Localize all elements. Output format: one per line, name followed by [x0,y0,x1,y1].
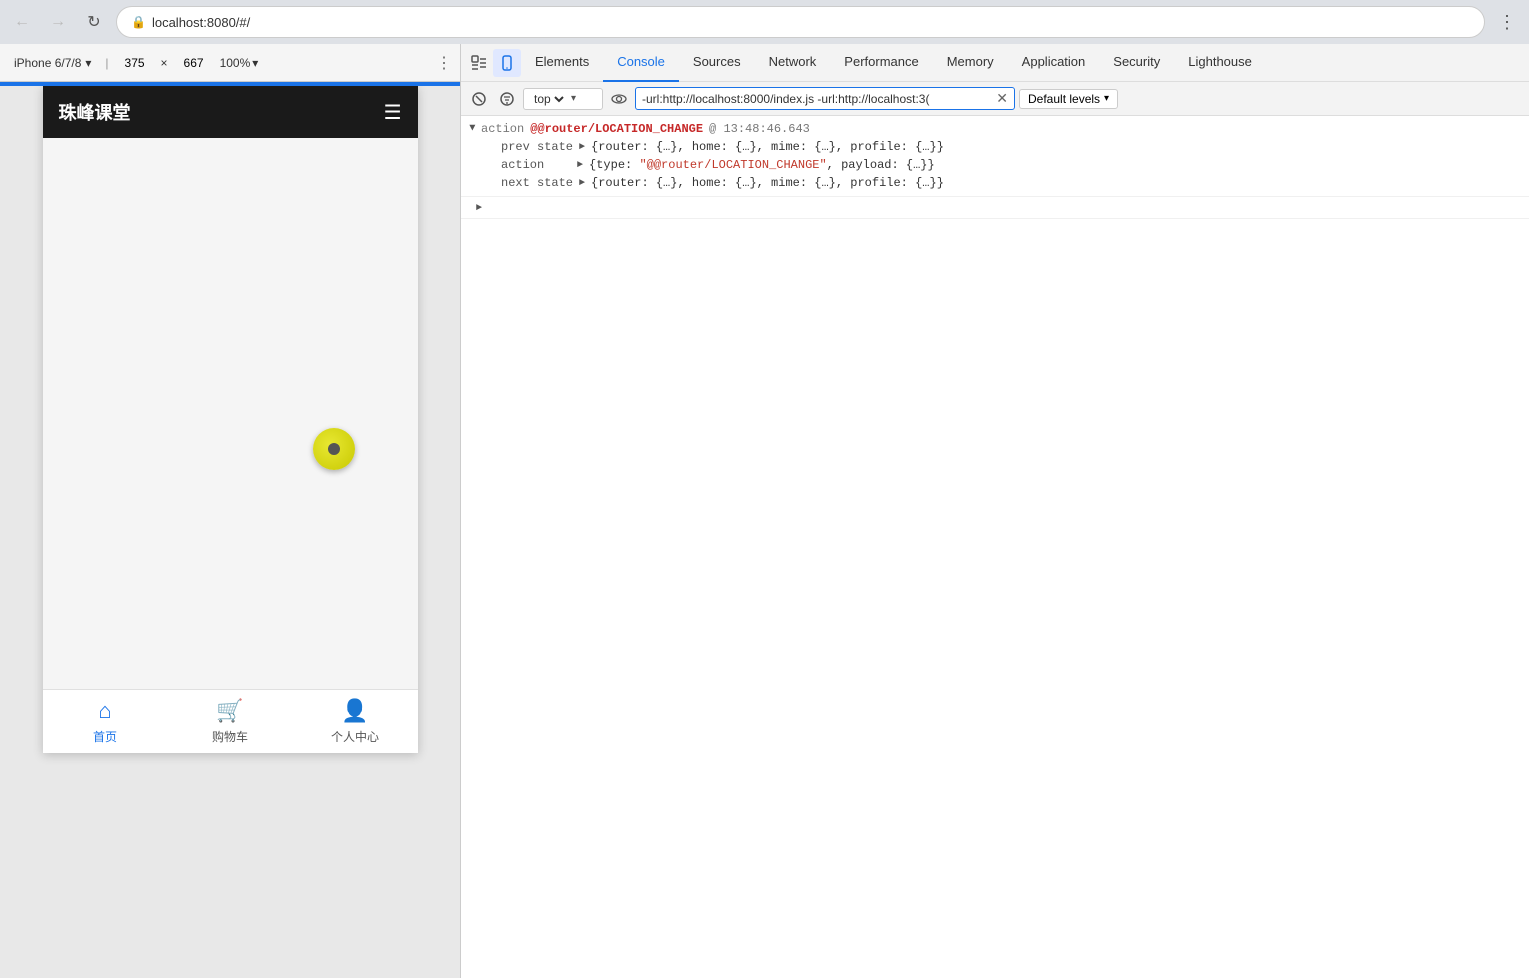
log-gutter: ► [461,120,481,133]
prev-state-arrow-icon[interactable]: ► [579,142,585,153]
action-sub-value: {type: "@@router/LOCATION_CHANGE", paylo… [589,158,935,172]
phone-frame: 珠峰课堂 ☰ ⌂ 首页 🛒 购物车 [43,86,418,753]
mobile-preview: iPhone 6/7/8 ▾ | × 100% ▾ ⋮ 珠峰课堂 ☰ [0,44,460,978]
tab-lighthouse[interactable]: Lighthouse [1174,44,1266,82]
default-levels-label: Default levels [1028,92,1100,106]
console-content: ► action @@router/LOCATION_CHANGE @ 13:4… [461,116,1529,978]
footer-tab-home[interactable]: ⌂ 首页 [43,690,168,753]
tab-performance[interactable]: Performance [830,44,932,82]
filter-input-container[interactable]: ✕ [635,87,1015,110]
filter-close-button[interactable]: ✕ [996,90,1008,107]
default-levels-arrow-icon: ▾ [1104,93,1109,104]
next-state-arrow-icon[interactable]: ► [579,178,585,189]
footer-tab-profile[interactable]: 👤 个人中心 [293,690,418,753]
tab-memory[interactable]: Memory [933,44,1008,82]
home-label: 首页 [93,728,117,745]
loading-spinner [313,428,355,470]
url-text: localhost:8080/#/ [152,15,250,30]
action-sub-label: action [501,158,571,172]
log-entry-location-change: ► action @@router/LOCATION_CHANGE @ 13:4… [461,116,1529,197]
footer-tab-cart[interactable]: 🛒 购物车 [168,690,293,753]
profile-label: 个人中心 [331,728,379,745]
log-gutter-2: ► [469,201,489,214]
device-toolbar: iPhone 6/7/8 ▾ | × 100% ▾ ⋮ [0,44,460,82]
cart-label: 购物车 [212,728,248,745]
zoom-arrow-icon: ▾ [252,56,258,70]
prev-state-label: prev state [501,140,573,154]
browser-chrome: ← → ↻ 🔒 localhost:8080/#/ ⋮ [0,0,1529,44]
chevron-right-icon[interactable]: ► [476,203,482,214]
height-input[interactable] [176,56,212,70]
main-area: iPhone 6/7/8 ▾ | × 100% ▾ ⋮ 珠峰课堂 ☰ [0,44,1529,978]
context-select[interactable]: top [530,91,567,107]
tab-application[interactable]: Application [1008,44,1100,82]
zoom-value: 100% [220,56,251,70]
next-state-value: {router: {…}, home: {…}, mime: {…}, prof… [591,176,944,190]
back-button[interactable]: ← [8,8,36,36]
security-icon: 🔒 [131,15,146,29]
tab-console[interactable]: Console [603,44,679,82]
toolbar-more-button[interactable]: ⋮ [436,53,452,73]
action-label: action [481,122,524,136]
profile-icon: 👤 [341,698,368,724]
forward-button[interactable]: → [44,8,72,36]
next-state-label: next state [501,176,573,190]
log-action-sub: action ► {type: "@@router/LOCATION_CHANG… [481,156,1521,174]
dim-separator: | [105,56,108,70]
address-bar[interactable]: 🔒 localhost:8080/#/ [116,6,1485,38]
tab-elements[interactable]: Elements [521,44,603,82]
tab-security[interactable]: Security [1099,44,1174,82]
devtools-tabs: Elements Console Sources Network Perform… [461,44,1529,82]
width-input[interactable] [117,56,153,70]
expand-arrow-icon[interactable]: ► [465,124,476,130]
context-filter[interactable]: top ▾ [523,88,603,110]
devtools-panel: Elements Console Sources Network Perform… [460,44,1529,978]
filter-input[interactable] [642,92,992,106]
zoom-selector[interactable]: 100% ▾ [220,56,259,70]
log-entry-collapsed[interactable]: ► [461,197,1529,219]
context-arrow-icon: ▾ [571,93,576,104]
device-toggle-button[interactable] [493,49,521,77]
default-levels-dropdown[interactable]: Default levels ▾ [1019,89,1118,109]
hamburger-icon[interactable]: ☰ [384,100,402,125]
browser-toolbar: ← → ↻ 🔒 localhost:8080/#/ ⋮ [0,0,1529,44]
action-name: @@router/LOCATION_CHANGE [530,122,703,136]
home-icon: ⌂ [98,698,111,724]
console-filter-button[interactable] [495,87,519,111]
log-next-state: next state ► {router: {…}, home: {…}, mi… [481,174,1521,192]
device-selector[interactable]: iPhone 6/7/8 ▾ [8,54,97,72]
app-header: 珠峰课堂 ☰ [43,86,418,138]
cart-icon: 🛒 [216,698,243,724]
tab-network[interactable]: Network [755,44,831,82]
dim-x: × [161,56,168,70]
eye-button[interactable] [607,87,631,111]
device-name: iPhone 6/7/8 [14,56,81,70]
device-arrow-icon: ▾ [85,56,91,70]
log-entry-content: action @@router/LOCATION_CHANGE @ 13:48:… [481,120,1521,192]
device-screen: 珠峰课堂 ☰ ⌂ 首页 🛒 购物车 [0,86,460,978]
inspect-element-button[interactable] [465,49,493,77]
prev-state-value: {router: {…}, home: {…}, mime: {…}, prof… [591,140,944,154]
console-clear-button[interactable] [467,87,491,111]
browser-menu-button[interactable]: ⋮ [1493,8,1521,36]
log-prev-state: prev state ► {router: {…}, home: {…}, mi… [481,138,1521,156]
tab-sources[interactable]: Sources [679,44,755,82]
action-sub-arrow-icon[interactable]: ► [577,160,583,171]
app-footer: ⌂ 首页 🛒 购物车 👤 个人中心 [43,689,418,753]
reload-button[interactable]: ↻ [80,8,108,36]
app-content [43,138,418,689]
action-time: @ 13:48:46.643 [709,122,810,136]
loading-inner [328,443,340,455]
app-title: 珠峰课堂 [59,99,131,125]
log-action-header: action @@router/LOCATION_CHANGE @ 13:48:… [481,120,1521,138]
console-toolbar: top ▾ ✕ Default levels ▾ [461,82,1529,116]
